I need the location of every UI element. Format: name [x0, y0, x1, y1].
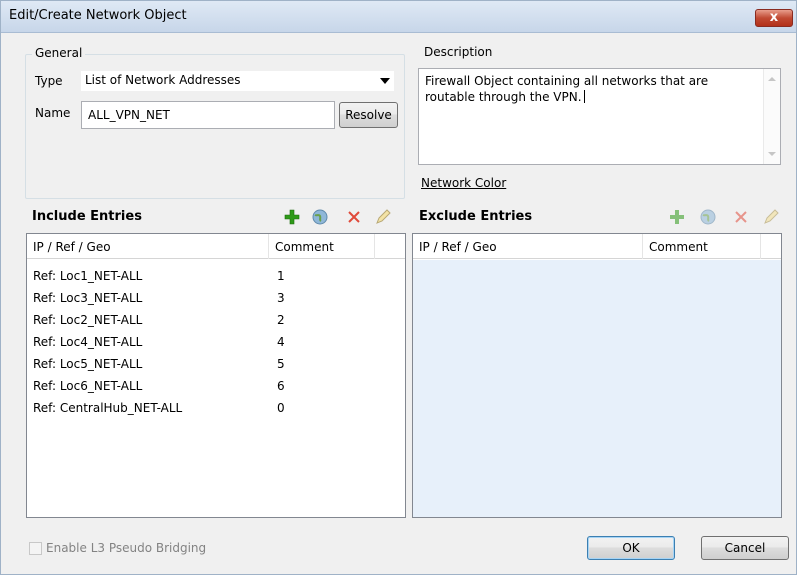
row-comment: 6 — [277, 379, 285, 393]
include-list-header: IP / Ref / Geo Comment — [27, 234, 405, 259]
exclude-list-body — [413, 260, 781, 517]
row-ref: Ref: Loc5_NET-ALL — [33, 357, 143, 371]
text-caret — [583, 90, 585, 103]
row-comment: 2 — [277, 313, 285, 327]
description-textarea[interactable]: Firewall Object containing all networks … — [418, 68, 781, 165]
row-comment: 0 — [277, 401, 285, 415]
scroll-down-icon[interactable] — [768, 152, 776, 156]
row-ref: Ref: Loc3_NET-ALL — [33, 291, 143, 305]
dropdown-arrow-icon — [380, 78, 390, 84]
type-label: Type — [35, 74, 63, 88]
plus-icon — [284, 209, 300, 225]
exclude-edit-button[interactable] — [761, 207, 781, 227]
row-comment: 5 — [277, 357, 285, 371]
plus-icon — [670, 210, 684, 224]
table-row[interactable]: Ref: Loc5_NET-ALL 5 — [27, 355, 405, 373]
description-text: Firewall Object containing all networks … — [425, 73, 755, 105]
pencil-icon — [376, 209, 391, 224]
include-col-comment-label: Comment — [275, 240, 334, 254]
window-title: Edit/Create Network Object — [9, 8, 187, 23]
network-color-link[interactable]: Network Color — [421, 176, 506, 190]
table-row[interactable]: Ref: CentralHub_NET-ALL 0 — [27, 399, 405, 417]
include-edit-button[interactable] — [373, 207, 393, 227]
include-globe-button[interactable] — [310, 207, 330, 227]
type-select[interactable]: List of Network Addresses — [81, 71, 394, 91]
exclude-entries-title: Exclude Entries — [419, 209, 533, 224]
pencil-icon — [764, 209, 779, 224]
name-input-value: ALL_VPN_NET — [88, 108, 170, 122]
close-button[interactable]: x — [755, 9, 793, 27]
table-row[interactable]: Ref: Loc2_NET-ALL 2 — [27, 311, 405, 329]
l3-bridging-label: Enable L3 Pseudo Bridging — [46, 541, 207, 555]
table-row[interactable]: Ref: Loc4_NET-ALL 4 — [27, 333, 405, 351]
include-entries-list[interactable]: IP / Ref / Geo Comment Ref: Loc1_NET-ALL… — [26, 233, 406, 518]
title-bar[interactable]: Edit/Create Network Object x — [1, 1, 796, 33]
row-comment: 1 — [277, 269, 285, 283]
include-col-ref[interactable]: IP / Ref / Geo — [27, 234, 269, 259]
exclude-entries-list[interactable]: IP / Ref / Geo Comment — [412, 233, 782, 518]
globe-icon — [312, 209, 328, 225]
row-ref: Ref: Loc2_NET-ALL — [33, 313, 143, 327]
exclude-col-ref[interactable]: IP / Ref / Geo — [413, 234, 643, 259]
row-ref: Ref: Loc1_NET-ALL — [33, 269, 143, 283]
general-group-label: General — [32, 46, 86, 60]
delete-x-icon — [348, 211, 360, 223]
globe-icon — [700, 209, 716, 225]
row-comment: 3 — [277, 291, 285, 305]
description-scrollbar[interactable] — [763, 69, 780, 164]
l3-bridging-checkbox[interactable] — [29, 542, 42, 555]
description-text-content: Firewall Object containing all networks … — [425, 74, 709, 104]
cancel-button-label: Cancel — [724, 541, 766, 555]
row-ref: Ref: CentralHub_NET-ALL — [33, 401, 183, 415]
exclude-col-ref-label: IP / Ref / Geo — [419, 240, 497, 254]
dialog-window: Edit/Create Network Object x General Typ… — [0, 0, 797, 575]
exclude-col-comment[interactable]: Comment — [643, 234, 761, 259]
table-row[interactable]: Ref: Loc6_NET-ALL 6 — [27, 377, 405, 395]
name-label: Name — [35, 106, 71, 120]
row-comment: 4 — [277, 335, 285, 349]
exclude-delete-button[interactable] — [731, 207, 751, 227]
type-select-value: List of Network Addresses — [85, 73, 241, 87]
ok-button-label: OK — [622, 541, 640, 555]
resolve-button[interactable]: Resolve — [339, 102, 398, 128]
include-add-button[interactable] — [282, 207, 302, 227]
exclude-list-header: IP / Ref / Geo Comment — [413, 234, 781, 259]
resolve-button-label: Resolve — [345, 108, 392, 122]
table-row[interactable]: Ref: Loc1_NET-ALL 1 — [27, 267, 405, 285]
cancel-button[interactable]: Cancel — [701, 536, 789, 560]
row-ref: Ref: Loc4_NET-ALL — [33, 335, 143, 349]
exclude-globe-button[interactable] — [698, 207, 718, 227]
close-icon: x — [769, 10, 779, 25]
scroll-up-icon[interactable] — [768, 77, 776, 81]
exclude-add-button[interactable] — [667, 207, 687, 227]
include-list-body: Ref: Loc1_NET-ALL 1 Ref: Loc3_NET-ALL 3 Re… — [27, 260, 405, 517]
include-delete-button[interactable] — [344, 207, 364, 227]
include-entries-title: Include Entries — [32, 209, 142, 224]
include-col-ref-label: IP / Ref / Geo — [33, 240, 111, 254]
ok-button[interactable]: OK — [587, 536, 675, 560]
include-col-comment[interactable]: Comment — [269, 234, 375, 259]
name-input[interactable]: ALL_VPN_NET — [81, 101, 335, 129]
exclude-col-comment-label: Comment — [649, 240, 708, 254]
description-group-label: Description — [421, 45, 496, 59]
table-row[interactable]: Ref: Loc3_NET-ALL 3 — [27, 289, 405, 307]
delete-x-icon — [735, 211, 747, 223]
row-ref: Ref: Loc6_NET-ALL — [33, 379, 143, 393]
